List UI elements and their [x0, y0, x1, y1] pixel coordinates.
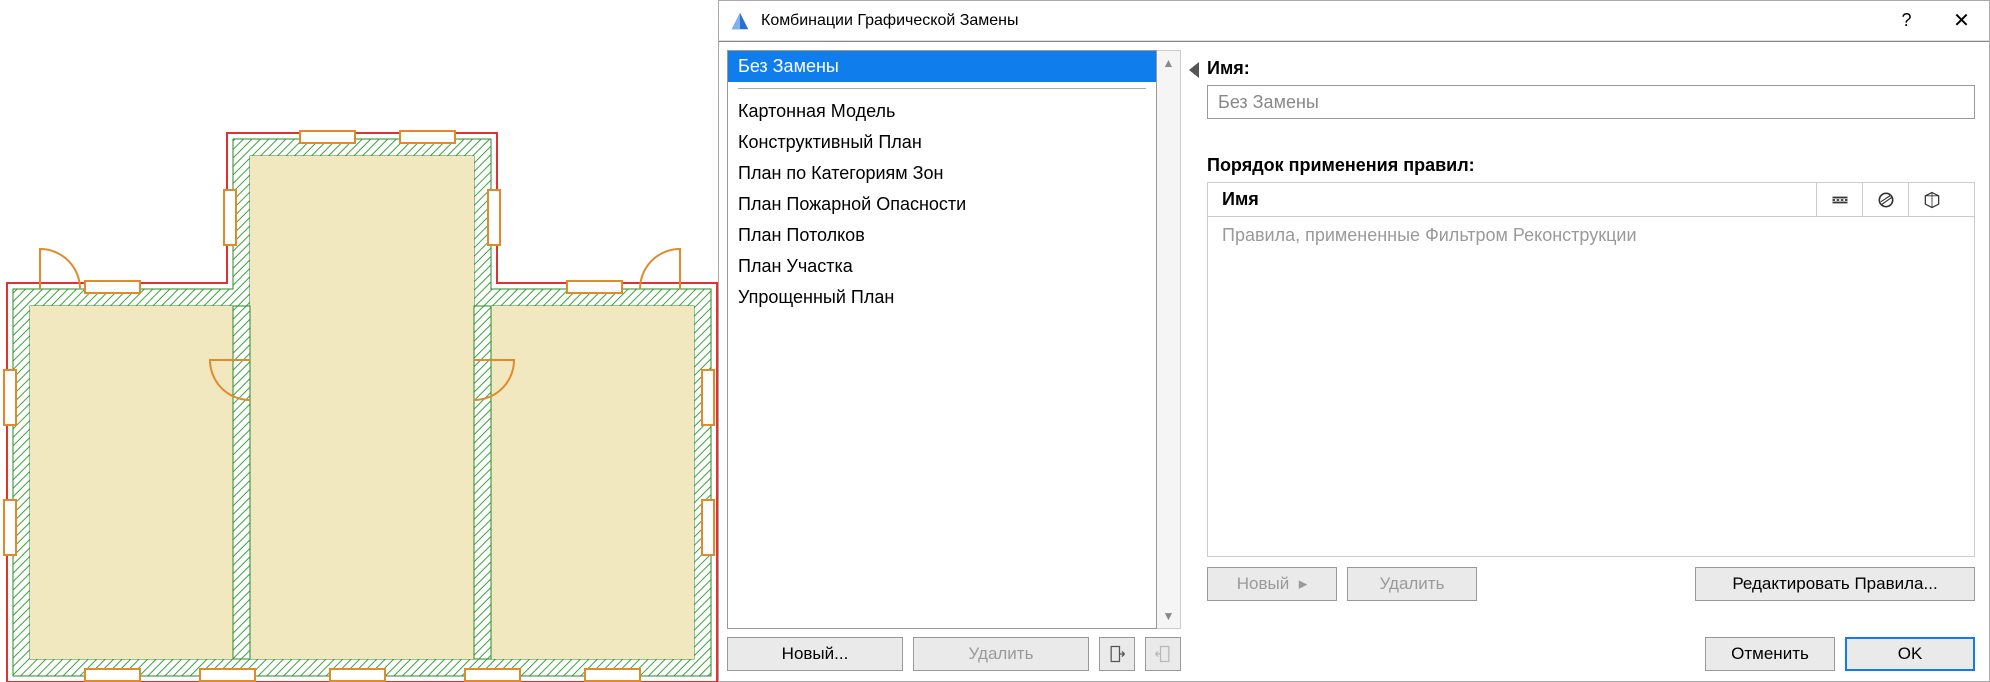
rules-placeholder: Правила, примененные Фильтром Реконструк…: [1208, 217, 1974, 556]
rules-order-label: Порядок применения правил:: [1207, 155, 1975, 176]
list-scrollbar[interactable]: ▲ ▼: [1157, 50, 1181, 629]
delete-rule-button[interactable]: Удалить: [1347, 567, 1477, 601]
list-item[interactable]: План Потолков: [728, 220, 1156, 251]
pane-splitter[interactable]: [1189, 42, 1199, 681]
name-label: Имя:: [1207, 58, 1975, 79]
dialog-title: Комбинации Графической Замены: [761, 12, 1879, 30]
rules-col-spacer: [1954, 183, 1974, 216]
surface-icon: [1922, 190, 1942, 210]
rules-col-fill[interactable]: [1862, 183, 1908, 216]
list-item[interactable]: Картонная Модель: [728, 95, 1156, 127]
scroll-up-icon[interactable]: ▲: [1157, 51, 1180, 75]
graphic-override-combinations-dialog: Комбинации Графической Замены ? ✕ Без За…: [718, 0, 1990, 682]
edit-rules-button[interactable]: Редактировать Правила...: [1695, 567, 1975, 601]
list-item[interactable]: План Участка: [728, 251, 1156, 282]
list-item[interactable]: Конструктивный План: [728, 127, 1156, 158]
close-button[interactable]: ✕: [1934, 1, 1989, 41]
details-pane: Имя: Порядок применения правил: Имя: [1199, 42, 1989, 681]
cancel-button[interactable]: Отменить: [1705, 637, 1835, 671]
new-rule-button[interactable]: Новый ▸: [1207, 567, 1337, 601]
floor-plan-canvas: [0, 0, 718, 682]
combinations-pane: Без Замены Картонная Модель Конструктивн…: [719, 42, 1189, 681]
chevron-right-icon: ▸: [1299, 574, 1308, 594]
rules-header: Имя: [1208, 183, 1974, 217]
help-button[interactable]: ?: [1879, 1, 1934, 41]
export-button[interactable]: [1145, 637, 1181, 671]
list-item[interactable]: План по Категориям Зон: [728, 158, 1156, 189]
rules-col-name[interactable]: Имя: [1208, 183, 1816, 216]
app-icon: [729, 10, 751, 32]
fill-style-icon: [1876, 190, 1896, 210]
list-item-selected[interactable]: Без Замены: [728, 51, 1156, 82]
list-item[interactable]: Упрощенный План: [728, 282, 1156, 313]
delete-combination-button[interactable]: Удалить: [913, 637, 1089, 671]
list-separator: [738, 88, 1146, 89]
dialog-titlebar[interactable]: Комбинации Графической Замены ? ✕: [719, 1, 1989, 41]
rules-col-surface[interactable]: [1908, 183, 1954, 216]
name-input[interactable]: [1207, 85, 1975, 119]
ok-button[interactable]: OK: [1845, 637, 1975, 671]
line-style-icon: [1830, 190, 1850, 210]
rules-list[interactable]: Имя Правила, примененные Фильтром Реконс…: [1207, 182, 1975, 557]
list-item[interactable]: План Пожарной Опасности: [728, 189, 1156, 220]
collapse-left-icon: [1189, 62, 1199, 78]
import-icon: [1107, 644, 1127, 664]
export-icon: [1153, 644, 1173, 664]
combinations-list[interactable]: Без Замены Картонная Модель Конструктивн…: [727, 50, 1157, 629]
scroll-down-icon[interactable]: ▼: [1157, 604, 1180, 628]
import-button[interactable]: [1099, 637, 1135, 671]
rules-col-line[interactable]: [1816, 183, 1862, 216]
new-combination-button[interactable]: Новый...: [727, 637, 903, 671]
